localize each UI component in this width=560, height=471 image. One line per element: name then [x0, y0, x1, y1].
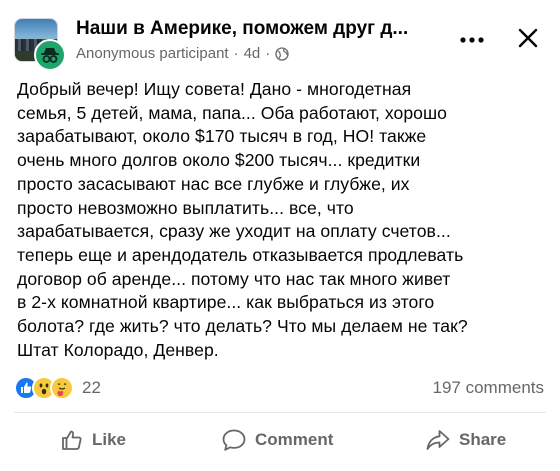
like-label: Like: [92, 430, 127, 449]
close-icon: [518, 28, 538, 48]
post-time[interactable]: 4d: [244, 45, 261, 62]
globe-icon: [275, 46, 289, 61]
author-name[interactable]: Anonymous participant: [76, 45, 229, 62]
share-button[interactable]: Share: [425, 420, 506, 460]
comment-button[interactable]: Comment: [221, 420, 333, 460]
post-body-text: Добрый вечер! Ищу совета! Дано - многоде…: [17, 79, 468, 360]
thumbs-up-icon: [62, 430, 82, 450]
meta-separator-2: ·: [265, 45, 271, 62]
group-name-link[interactable]: Наши в Америке, поможем друг д...: [76, 18, 408, 40]
meta-separator: ·: [233, 45, 239, 62]
divider: [14, 412, 546, 413]
share-arrow-icon: [426, 430, 450, 450]
reaction-count: 22: [82, 378, 101, 397]
post-header: Наши в Америке, поможем друг д... Anonym…: [14, 12, 546, 71]
more-options-button[interactable]: [454, 26, 490, 54]
close-button[interactable]: [510, 20, 546, 56]
comments-count-link[interactable]: 197 comments: [433, 378, 545, 398]
comment-bubble-icon: [222, 429, 246, 451]
post-meta: Anonymous participant · 4d ·: [76, 45, 289, 62]
like-button[interactable]: Like: [60, 420, 126, 460]
care-reaction-icon: [50, 376, 74, 400]
comment-label: Comment: [255, 430, 334, 449]
action-bar: Like Comment Share: [0, 420, 560, 460]
reactions-summary[interactable]: 22: [14, 376, 101, 400]
anonymous-avatar-icon: [34, 39, 66, 71]
avatar-group[interactable]: [14, 18, 66, 71]
share-label: Share: [459, 430, 507, 449]
more-dots-icon: [460, 37, 484, 43]
